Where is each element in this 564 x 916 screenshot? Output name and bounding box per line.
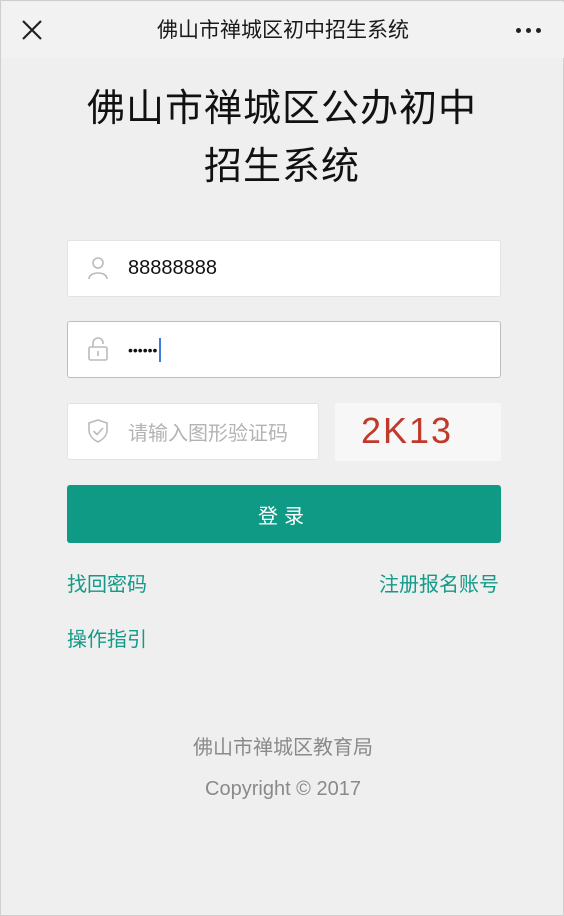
close-icon bbox=[22, 20, 42, 40]
close-button[interactable] bbox=[14, 12, 50, 48]
footer-copyright: Copyright © 2017 bbox=[205, 778, 361, 800]
username-value: 88888888 bbox=[128, 257, 217, 279]
captcha-placeholder: 请输入图形验证码 bbox=[128, 423, 288, 445]
password-field[interactable]: •••••• bbox=[67, 321, 501, 378]
lock-icon bbox=[86, 336, 110, 362]
forgot-password-link[interactable]: 找回密码 bbox=[67, 568, 147, 597]
username-field[interactable]: 88888888 bbox=[67, 240, 501, 297]
password-value: •••••• bbox=[128, 341, 158, 358]
user-icon bbox=[86, 255, 110, 281]
window-title: 佛山市禅城区初中招生系统 bbox=[157, 18, 409, 42]
top-bar: 佛山市禅城区初中招生系统 bbox=[2, 2, 564, 58]
user-guide-link[interactable]: 操作指引 bbox=[67, 623, 147, 652]
captcha-text: 2K13 bbox=[361, 410, 453, 451]
more-icon bbox=[515, 27, 521, 33]
text-caret bbox=[159, 337, 162, 362]
app-frame: 佛山市禅城区初中招生系统 佛山市禅城区公办初中 招生系统 88888888 ••… bbox=[0, 0, 564, 916]
page-title-line-1: 佛山市禅城区公办初中 bbox=[86, 86, 477, 130]
page-title-line-2: 招生系统 bbox=[203, 144, 360, 188]
more-button[interactable] bbox=[508, 14, 548, 46]
more-icon-dot bbox=[535, 27, 541, 33]
login-button[interactable]: 登录 bbox=[67, 485, 501, 543]
shield-icon bbox=[86, 418, 110, 444]
footer-organization: 佛山市禅城区教育局 bbox=[193, 735, 373, 759]
captcha-field[interactable]: 请输入图形验证码 bbox=[67, 403, 319, 460]
password-value-wrap: •••••• bbox=[128, 322, 162, 377]
more-icon-dot bbox=[525, 27, 531, 33]
captcha-graphic: 2K13 bbox=[335, 403, 501, 461]
page-title: 佛山市禅城区公办初中 招生系统 bbox=[41, 79, 523, 195]
register-account-link[interactable]: 注册报名账号 bbox=[379, 568, 499, 597]
captcha-image[interactable]: 2K13 bbox=[335, 403, 501, 461]
